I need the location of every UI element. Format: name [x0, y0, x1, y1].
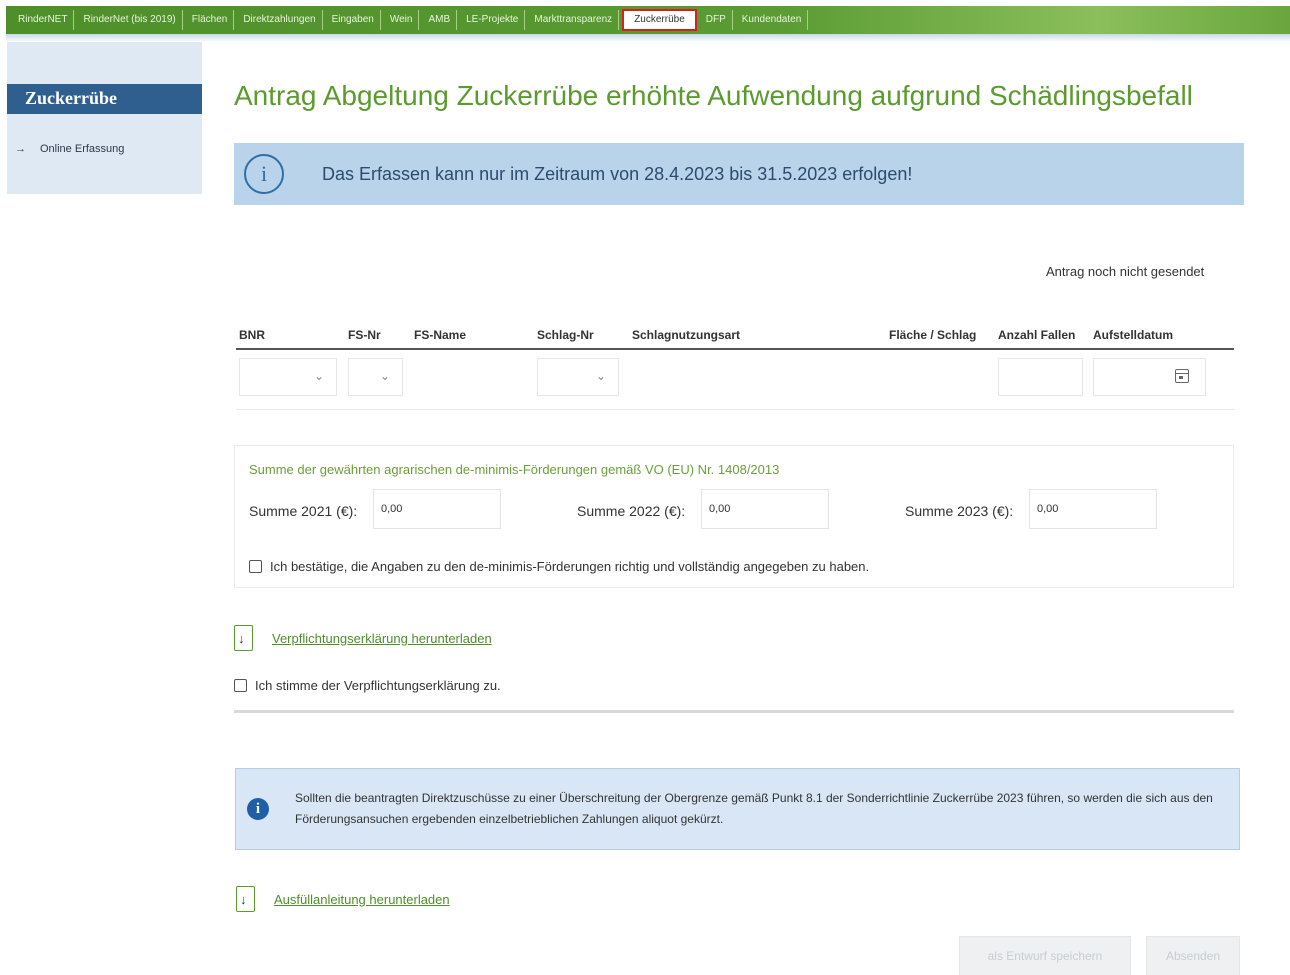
tab-flaechen[interactable]: Flächen	[186, 10, 235, 30]
sidebar-item-online-erfassung[interactable]: → Online Erfassung	[15, 143, 124, 155]
tab-le-projekte[interactable]: LE-Projekte	[460, 10, 526, 30]
download-guide-link[interactable]: Ausfüllanleitung herunterladen	[274, 892, 450, 907]
deminimis-confirm[interactable]: Ich bestätige, die Angaben zu den de-min…	[249, 559, 869, 574]
arrow-right-icon: →	[15, 143, 26, 155]
summe-2022-label: Summe 2022 (€):	[577, 503, 686, 519]
summe-2021-input[interactable]: 0,00	[373, 489, 501, 529]
deminimis-section: Summe der gewährten agrarischen de-minim…	[234, 445, 1234, 588]
column-anzahl-fallen: Anzahl Fallen	[998, 328, 1076, 342]
download-guide[interactable]: Ausfüllanleitung herunterladen	[236, 886, 450, 912]
column-aufstelldatum: Aufstelldatum	[1093, 328, 1174, 342]
bnr-select[interactable]: ⌄	[239, 358, 337, 396]
table-header: BNR FS-Nr FS-Name Schlag-Nr Schlagnutzun…	[236, 320, 1234, 350]
column-flaeche-schlag: Fläche / Schlag	[889, 328, 977, 342]
tab-markttransparenz[interactable]: Markttransparenz	[528, 10, 620, 30]
agree-obligation-label: Ich stimme der Verpflichtungserklärung z…	[255, 678, 501, 693]
download-obligation[interactable]: Verpflichtungserklärung herunterladen	[234, 625, 492, 651]
aufstelldatum-input[interactable]	[1093, 358, 1206, 396]
tab-rindernet[interactable]: RinderNET	[12, 10, 75, 30]
chevron-down-icon: ⌄	[313, 369, 324, 383]
agree-obligation-checkbox[interactable]	[234, 679, 247, 692]
notice-box: i Sollten die beantragten Direktzuschüss…	[235, 768, 1240, 850]
info-banner-text: Das Erfassen kann nur im Zeitraum von 28…	[322, 163, 913, 184]
tab-dfp[interactable]: DFP	[700, 10, 733, 30]
sidebar-title: Zuckerrübe	[7, 84, 202, 114]
column-bnr: BNR	[239, 328, 265, 342]
column-fs-name: FS-Name	[414, 328, 467, 342]
tab-kundendaten[interactable]: Kundendaten	[736, 10, 809, 30]
chevron-down-icon: ⌄	[379, 369, 390, 383]
deminimis-confirm-checkbox[interactable]	[249, 560, 262, 573]
anzahl-fallen-input[interactable]	[998, 358, 1083, 396]
deminimis-confirm-label: Ich bestätige, die Angaben zu den de-min…	[270, 559, 870, 574]
info-icon: i	[247, 798, 269, 820]
column-schlagnutzungsart: Schlagnutzungsart	[632, 328, 741, 342]
summe-2022-input[interactable]: 0,00	[701, 489, 829, 529]
tab-wein[interactable]: Wein	[384, 10, 420, 30]
notice-text: Sollten die beantragten Direktzuschüsse …	[295, 791, 1213, 826]
column-schlag-nr: Schlag-Nr	[537, 328, 594, 342]
deminimis-title: Summe der gewährten agrarischen de-minim…	[249, 462, 780, 477]
sidebar: Zuckerrübe → Online Erfassung	[7, 42, 202, 194]
info-banner: i Das Erfassen kann nur im Zeitraum von …	[234, 143, 1244, 205]
info-circle-icon: i	[244, 154, 284, 194]
submit-button[interactable]: Absenden	[1146, 936, 1240, 975]
chevron-down-icon: ⌄	[595, 369, 606, 383]
summe-2023-input[interactable]: 0,00	[1029, 489, 1157, 529]
download-obligation-link[interactable]: Verpflichtungserklärung herunterladen	[272, 631, 492, 646]
file-download-icon	[236, 886, 255, 912]
tab-direktzahlungen[interactable]: Direktzahlungen	[237, 10, 323, 30]
tab-eingaben[interactable]: Eingaben	[326, 10, 381, 30]
summe-2021-label: Summe 2021 (€):	[249, 503, 358, 519]
topnav-divider	[6, 34, 1290, 42]
column-fs-nr: FS-Nr	[348, 328, 381, 342]
file-download-icon	[234, 625, 253, 651]
page-title: Antrag Abgeltung Zuckerrübe erhöhte Aufw…	[234, 80, 1193, 111]
application-status: Antrag noch nicht gesendet	[1046, 264, 1205, 279]
tab-amb[interactable]: AMB	[422, 10, 458, 30]
table-row: ⌄ ⌄ ⌄	[236, 352, 1234, 410]
tab-zuckerruebe[interactable]: Zuckerrübe	[622, 9, 697, 31]
fs-nr-select[interactable]: ⌄	[348, 358, 403, 396]
top-navigation: RinderNET RinderNet (bis 2019) Flächen D…	[6, 6, 1290, 34]
calendar-icon[interactable]	[1175, 369, 1189, 383]
section-divider	[234, 710, 1234, 713]
save-draft-button[interactable]: als Entwurf speichern	[959, 936, 1131, 975]
tab-rindernet-bis-2019[interactable]: RinderNet (bis 2019)	[77, 10, 183, 30]
schlag-nr-select[interactable]: ⌄	[537, 358, 619, 396]
sidebar-item-label: Online Erfassung	[40, 143, 125, 155]
summe-2023-label: Summe 2023 (€):	[905, 503, 1014, 519]
agree-obligation[interactable]: Ich stimme der Verpflichtungserklärung z…	[234, 678, 501, 693]
